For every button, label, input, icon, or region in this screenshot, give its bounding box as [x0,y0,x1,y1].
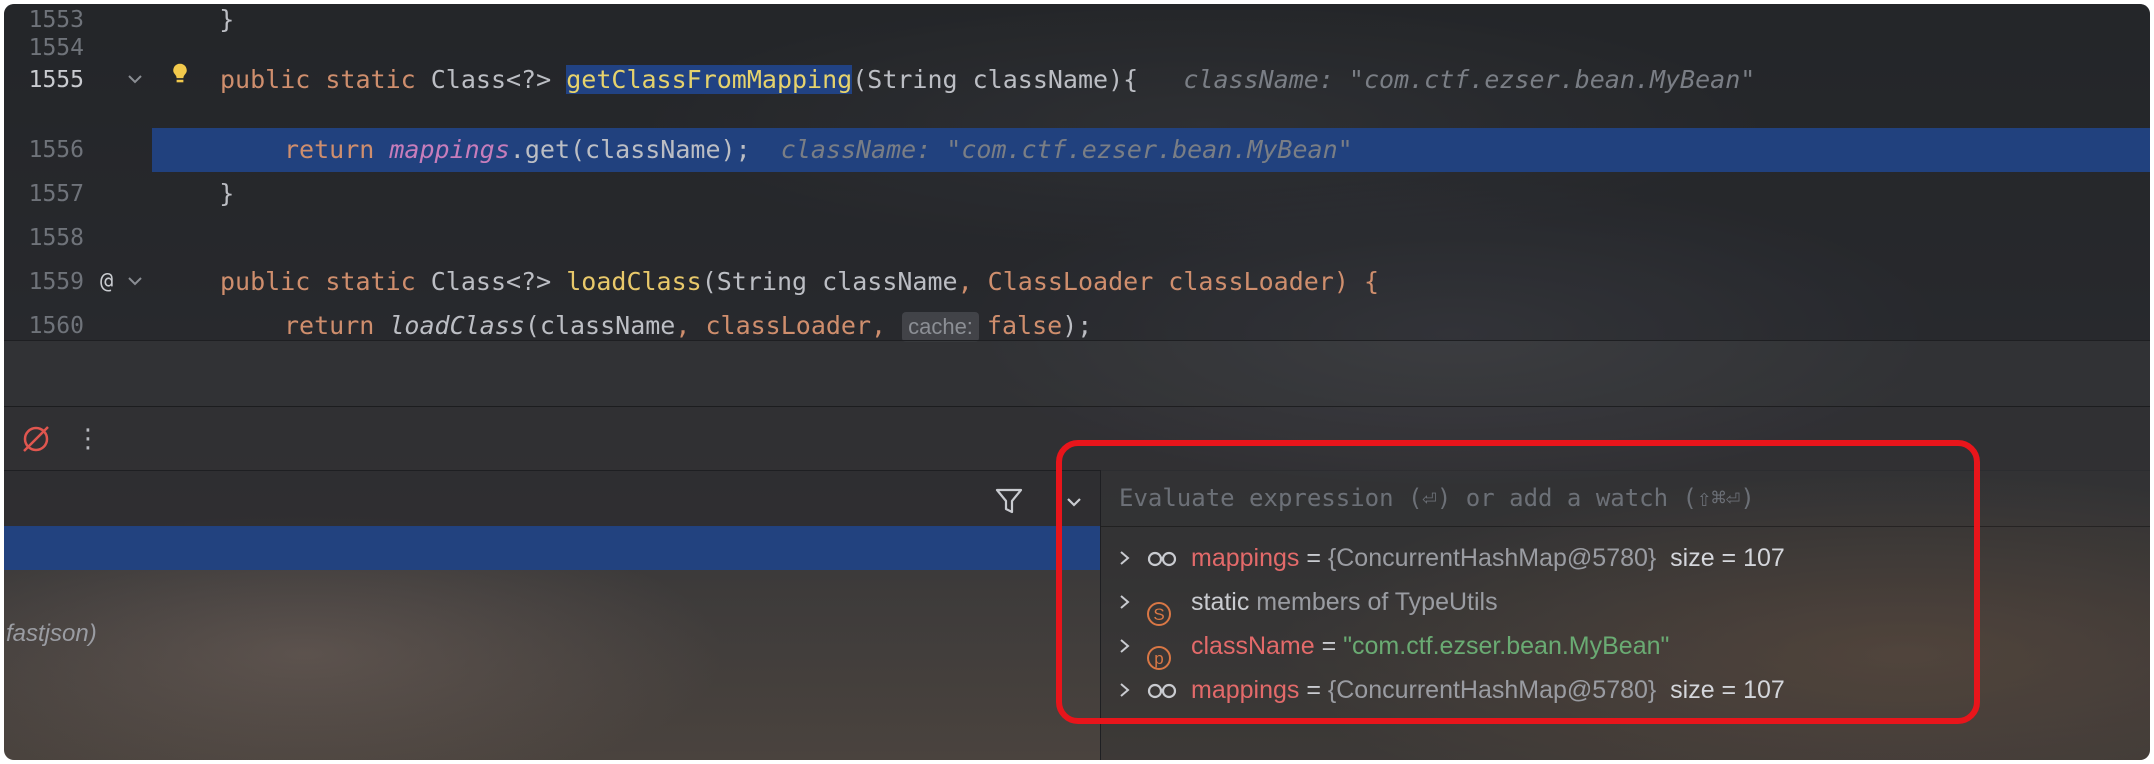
debug-toolbar: ⋮ [4,406,2150,471]
ide-window: 1553 } 1554 1555 public static Class<?> … [4,4,2150,760]
implementation-at-icon[interactable]: @ [100,260,113,304]
variable-value: "com.ctf.ezser.bean.MyBean" [1343,632,1670,660]
more-options-icon[interactable]: ⋮ [70,421,106,457]
line-number: 1558 [28,225,84,251]
code-text: public static Class<?> loadClass(String … [220,260,1379,304]
code-line[interactable]: 1558 [4,216,2150,260]
line-number: 1556 [28,137,84,163]
frames-header [4,470,1100,527]
lightbulb-icon[interactable] [170,62,190,84]
variable-row[interactable]: p className = "com.ctf.ezser.bean.MyBean… [1101,624,2150,670]
variable-text: mappings = {ConcurrentHashMap@5780} size… [1191,536,1785,580]
chevron-right-icon[interactable] [1115,546,1135,570]
keyword: public [220,267,311,296]
variable-type: {ConcurrentHashMap@5780} [1327,544,1657,572]
variable-text: className = "com.ctf.ezser.bean.MyBean" [1191,624,1669,668]
method-name[interactable]: getClassFromMapping [566,65,853,94]
code-line[interactable]: 1557 } [4,172,2150,216]
method-name[interactable]: loadClass [566,267,701,296]
static-icon: S [1147,590,1177,626]
variable-row[interactable]: S static members of TypeUtils [1101,580,2150,626]
watch-glasses-icon [1147,551,1177,567]
mute-breakpoints-icon[interactable] [18,421,54,457]
args: , classLoader [675,311,872,340]
variable-row[interactable]: mappings = {ConcurrentHashMap@5780} size… [1101,536,2150,580]
call: .get(className); [509,135,751,164]
args-end: ); [1062,311,1093,340]
field-ref: mappings [389,135,510,164]
inline-value-hint: className: "com.ctf.ezser.bean.MyBean" [1183,65,1756,94]
chevron-right-icon[interactable] [1115,678,1135,702]
variable-name: className [1191,632,1315,660]
chevron-down-icon[interactable] [1060,488,1088,516]
inline-value-hint: className: "com.ctf.ezser.bean.MyBean" [780,135,1353,164]
comma: , [871,311,887,340]
keyword: public [220,65,311,94]
line-number: 1555 [28,67,84,93]
variable-text: mappings = {ConcurrentHashMap@5780} size… [1191,668,1785,712]
variable-row[interactable]: mappings = {ConcurrentHashMap@5780} size… [1101,668,2150,712]
chevron-right-icon[interactable] [1115,634,1135,658]
variable-name: mappings [1191,544,1300,572]
panel-divider [4,340,2150,407]
variable-extra: size = 107 [1656,676,1785,704]
equals: = [1299,544,1328,572]
parameter-hint: cache: [902,312,979,342]
return-type: Class<?> [430,267,552,296]
code-line[interactable]: 1555 public static Class<?> getClassFrom… [4,58,2150,102]
method-call: loadClass [389,311,525,340]
params: (String className [701,267,958,296]
literal: false [986,311,1063,340]
keyword: return [284,311,375,340]
variable-type: {ConcurrentHashMap@5780} [1327,676,1657,704]
code-editor[interactable]: 1553 } 1554 1555 public static Class<?> … [4,4,2150,342]
return-type: Class<?> [430,65,552,94]
variable-extra: size = 107 [1656,544,1785,572]
parameter-icon: p [1147,634,1177,670]
variables-panel: mappings = {ConcurrentHashMap@5780} size… [1101,470,2150,760]
keyword: static [325,267,416,296]
equals: = [1299,676,1328,704]
keyword: return [284,135,375,164]
args: (className [524,311,676,340]
chevron-right-icon[interactable] [1115,590,1135,614]
selected-frame-row[interactable] [4,526,1100,570]
keyword: static [325,65,416,94]
frame-label[interactable]: fastjson) [6,620,97,648]
params: , ClassLoader classLoader) { [957,267,1380,296]
evaluate-expression-input[interactable] [1101,470,2150,527]
equals: = [1314,632,1344,660]
watch-glasses-icon [1147,683,1177,699]
code-line[interactable]: 1556 [4,128,152,172]
variable-rest: members of TypeUtils [1249,588,1498,616]
code-text: public static Class<?> getClassFromMappi… [220,58,1755,102]
code-line[interactable]: 1559 @ public static Class<?> loadClass(… [4,260,2150,304]
code-text: return mappings.get(className); classNam… [284,128,1353,172]
line-number: 1557 [28,181,84,207]
fold-chevron-icon[interactable] [126,58,144,118]
params: (String className){ [852,65,1139,94]
line-number: 1559 [28,269,84,295]
variable-name: static [1191,588,1250,616]
current-execution-line[interactable]: return mappings.get(className); classNam… [152,128,2150,172]
filter-icon[interactable] [992,484,1026,518]
variable-name: mappings [1191,676,1300,704]
code-text: } [159,179,235,208]
variable-text: static members of TypeUtils [1191,580,1498,624]
